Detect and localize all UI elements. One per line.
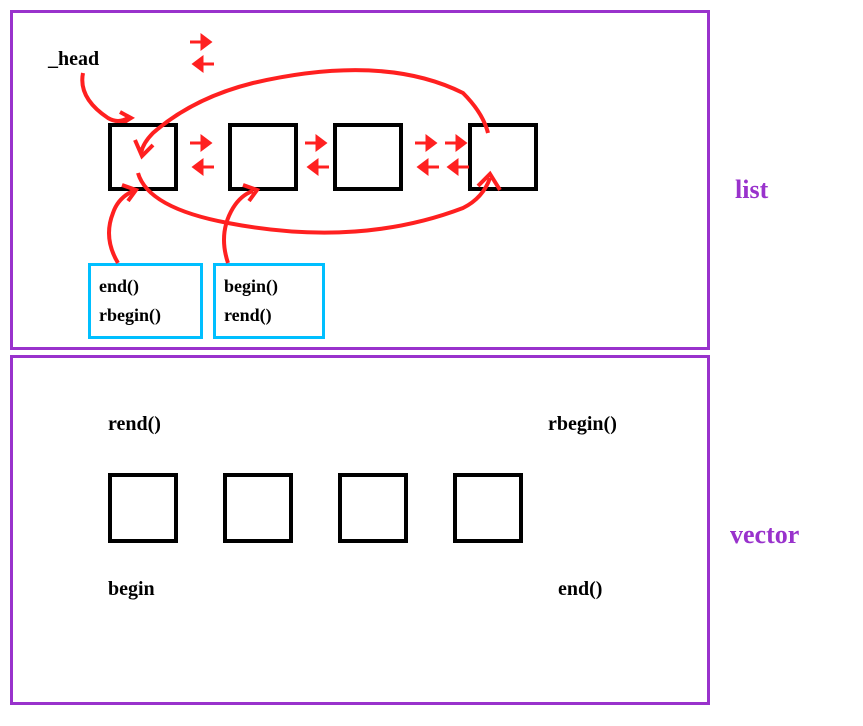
- vector-node-3: [338, 473, 408, 543]
- iterator-box-end-rbegin: end() rbegin(): [88, 263, 203, 339]
- rbegin-label: rbegin(): [99, 301, 192, 330]
- end-vec-label: end(): [558, 578, 602, 601]
- diagram-container: _head: [0, 0, 863, 726]
- list-panel: _head: [10, 10, 710, 350]
- top-arrow-right-icon: [188, 33, 216, 51]
- link-2-3-right-icon: [303, 134, 331, 152]
- link-2-3-left-icon: [303, 158, 331, 176]
- link-1-2-right-icon: [188, 134, 216, 152]
- vector-side-label: vector: [730, 520, 799, 550]
- rbegin-label: rbegin(): [548, 413, 617, 436]
- end-label: end(): [99, 272, 192, 301]
- list-side-label: list: [735, 175, 768, 205]
- list-node-2: [228, 123, 298, 191]
- begin-rend-arrow: [213, 183, 283, 268]
- link-1-2-left-icon: [188, 158, 216, 176]
- top-arrow-left-icon: [188, 55, 216, 73]
- begin-label: begin: [108, 578, 155, 601]
- link-3-4-left-icon: [413, 158, 441, 176]
- iterator-box-begin-rend: begin() rend(): [213, 263, 325, 339]
- link-4-after-right-icon: [443, 134, 471, 152]
- begin-label: begin(): [224, 272, 314, 301]
- end-rbegin-arrow: [88, 183, 158, 268]
- list-node-1: [108, 123, 178, 191]
- vector-node-4: [453, 473, 523, 543]
- link-3-4-right-icon: [413, 134, 441, 152]
- rend-label: rend(): [108, 413, 161, 436]
- vector-panel: rend() rbegin() begin end(): [10, 355, 710, 705]
- vector-node-2: [223, 473, 293, 543]
- vector-node-1: [108, 473, 178, 543]
- list-node-3: [333, 123, 403, 191]
- link-4-after-left-icon: [443, 158, 471, 176]
- list-node-4: [468, 123, 538, 191]
- rend-label: rend(): [224, 301, 314, 330]
- head-label: _head: [48, 48, 99, 71]
